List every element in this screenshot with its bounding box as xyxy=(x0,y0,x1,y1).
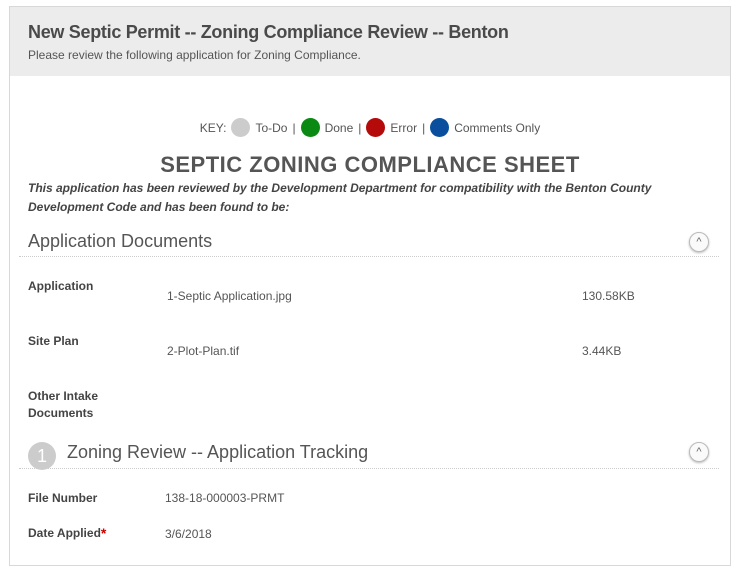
step-number-badge: 1 xyxy=(28,442,56,470)
key-separator: | xyxy=(292,120,296,135)
key-error: Error xyxy=(390,120,418,135)
collapse-tracking-button[interactable]: ^ xyxy=(689,442,709,462)
key-todo: To-Do xyxy=(255,120,288,135)
doc-label: Application xyxy=(28,279,94,293)
collapse-documents-button[interactable]: ^ xyxy=(689,232,709,252)
key-separator: | xyxy=(422,120,426,135)
doc-file-link[interactable]: 2-Plot-Plan.tif xyxy=(167,344,239,358)
section-title-tracking: Zoning Review -- Application Tracking xyxy=(67,442,369,462)
date-applied-value: 3/6/2018 xyxy=(165,527,212,541)
field-label: Date Applied xyxy=(28,526,101,540)
divider xyxy=(19,468,719,469)
error-dot-icon xyxy=(366,118,386,137)
comments-dot-icon xyxy=(430,118,450,137)
chevron-up-icon: ^ xyxy=(696,446,702,458)
key-comments: Comments Only xyxy=(454,120,541,135)
section-title-documents: Application Documents xyxy=(28,231,213,251)
field-label: File Number xyxy=(28,491,98,505)
key-separator: | xyxy=(358,120,362,135)
doc-size: 3.44KB xyxy=(582,344,622,358)
key-done: Done xyxy=(324,120,354,135)
file-number-value: 138-18-000003-PRMT xyxy=(165,491,285,505)
done-dot-icon xyxy=(300,118,320,137)
doc-file-link[interactable]: 1-Septic Application.jpg xyxy=(167,289,292,303)
field-label-date: Date Applied* xyxy=(28,525,106,542)
panel-header: New Septic Permit -- Zoning Compliance R… xyxy=(10,7,730,76)
doc-label: Site Plan xyxy=(28,334,79,348)
required-marker: * xyxy=(100,525,107,541)
key-label: KEY: xyxy=(199,120,227,135)
page-subtitle: Please review the following application … xyxy=(28,48,361,62)
page-title: New Septic Permit -- Zoning Compliance R… xyxy=(28,22,509,42)
doc-size: 130.58KB xyxy=(582,289,635,303)
divider xyxy=(19,256,719,257)
todo-dot-icon xyxy=(231,118,251,137)
chevron-up-icon: ^ xyxy=(696,236,702,248)
doc-label: Other Intake Documents xyxy=(28,389,99,420)
review-panel: New Septic Permit -- Zoning Compliance R… xyxy=(9,6,731,566)
status-key: KEY: To-Do | Done | Error | Comments Onl… xyxy=(10,118,730,137)
sheet-title: SEPTIC ZONING COMPLIANCE SHEET xyxy=(160,152,580,177)
sheet-description: This application has been reviewed by th… xyxy=(28,181,652,214)
